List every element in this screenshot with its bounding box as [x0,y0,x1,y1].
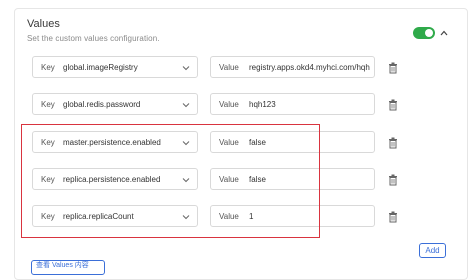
delete-row-1-trash-icon[interactable] [388,62,398,74]
values-toggle-switch[interactable] [413,27,435,39]
value-input-row-3[interactable]: Value false [210,131,375,153]
key-label: Key [41,212,55,221]
key-label: Key [41,100,55,109]
value-text: registry.apps.okd4.myhci.com/hqh [249,63,370,72]
add-button[interactable]: Add [419,243,446,258]
delete-row-5-trash-icon[interactable] [388,211,398,223]
key-value: global.imageRegistry [63,63,138,72]
value-label: Value [219,175,239,184]
toggle-knob [425,29,433,37]
chevron-down-icon [182,66,190,71]
chevron-down-icon [182,141,190,146]
key-select-row-3[interactable]: Key master.persistence.enabled [32,131,198,153]
value-input-row-4[interactable]: Value false [210,168,375,190]
chevron-down-icon [182,178,190,183]
value-input-row-1[interactable]: Value registry.apps.okd4.myhci.com/hqh [210,56,375,78]
key-select-row-4[interactable]: Key replica.persistence.enabled [32,168,198,190]
view-values-button[interactable]: 查看 Values 内容 [31,260,105,275]
value-text: 1 [249,212,254,221]
key-value: global.redis.password [63,100,141,109]
chevron-down-icon [182,103,190,108]
value-text: hqh123 [249,100,276,109]
key-select-row-1[interactable]: Key global.imageRegistry [32,56,198,78]
chevron-down-icon [182,215,190,220]
key-label: Key [41,175,55,184]
key-value: master.persistence.enabled [63,138,161,147]
delete-row-3-trash-icon[interactable] [388,137,398,149]
value-label: Value [219,63,239,72]
value-label: Value [219,138,239,147]
value-text: false [249,175,266,184]
delete-row-4-trash-icon[interactable] [388,174,398,186]
key-value: replica.replicaCount [63,212,134,221]
delete-row-2-trash-icon[interactable] [388,99,398,111]
section-title: Values [27,18,60,30]
section-subtitle: Set the custom values configuration. [27,34,160,43]
key-label: Key [41,63,55,72]
value-label: Value [219,100,239,109]
key-select-row-5[interactable]: Key replica.replicaCount [32,205,198,227]
key-label: Key [41,138,55,147]
collapse-chevron-up-icon[interactable] [438,26,450,40]
key-value: replica.persistence.enabled [63,175,161,184]
value-input-row-2[interactable]: Value hqh123 [210,93,375,115]
value-text: false [249,138,266,147]
value-input-row-5[interactable]: Value 1 [210,205,375,227]
key-select-row-2[interactable]: Key global.redis.password [32,93,198,115]
value-label: Value [219,212,239,221]
